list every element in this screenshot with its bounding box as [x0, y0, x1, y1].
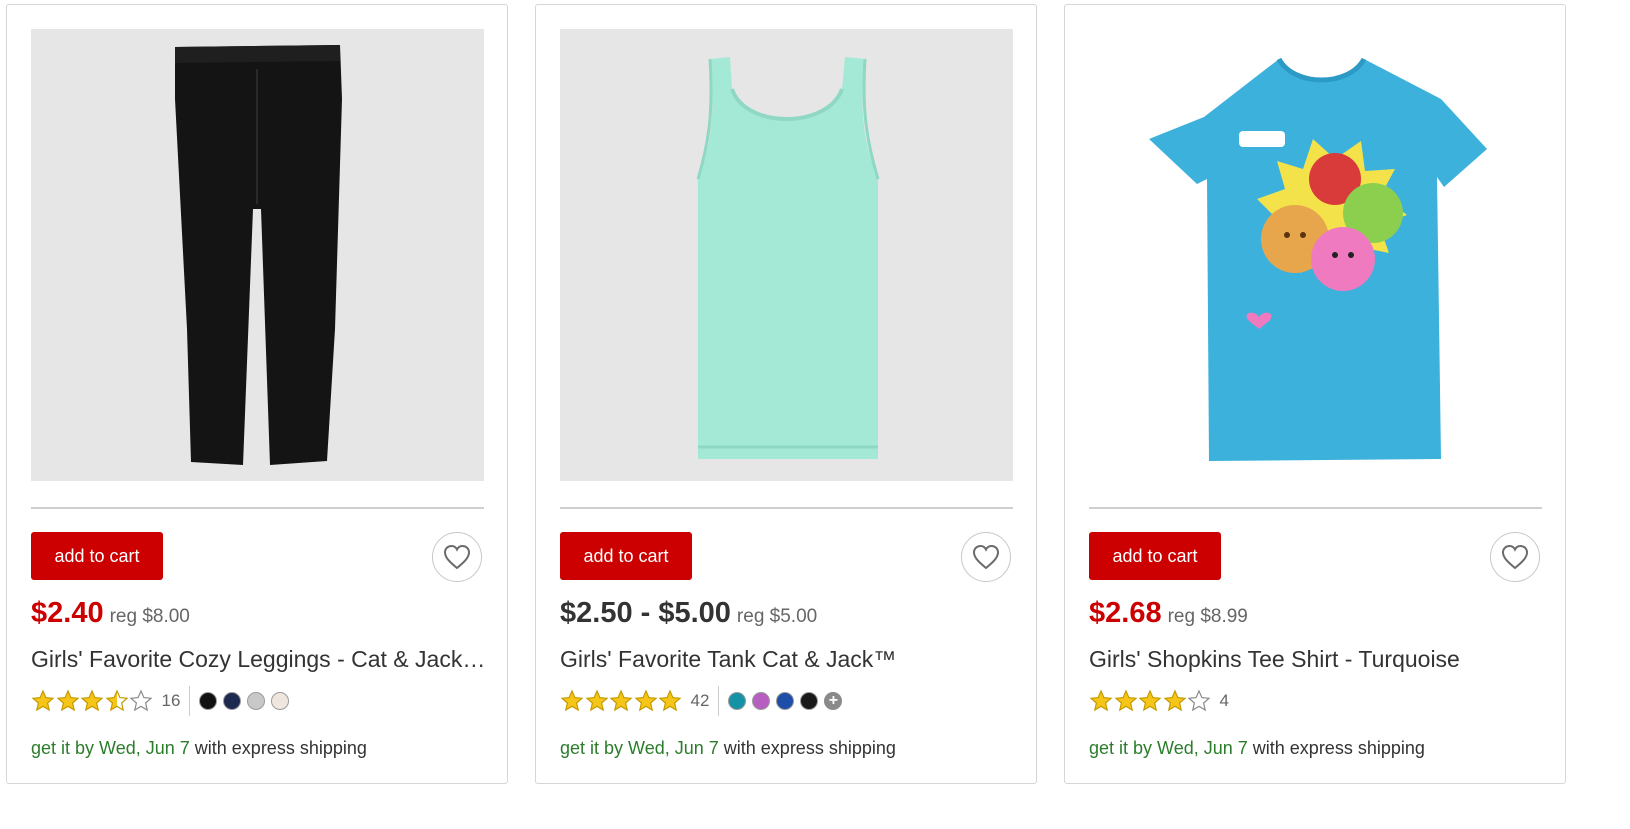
star-filled-icon — [80, 689, 104, 712]
divider — [1089, 507, 1542, 509]
star-filled-icon — [56, 689, 79, 712]
color-swatch[interactable] — [752, 692, 771, 710]
ship-suffix: with express shipping — [194, 738, 367, 758]
product-image-link[interactable] — [31, 29, 484, 481]
product-title-link[interactable]: Girls' Favorite Tank Cat & Jack™ — [560, 646, 1015, 673]
color-swatches — [199, 692, 295, 710]
star-rating — [560, 689, 683, 713]
star-rating — [31, 689, 154, 713]
star-filled-icon — [634, 689, 657, 712]
price-row: $2.40 reg $8.00 — [31, 597, 190, 630]
review-count: 42 — [690, 691, 710, 710]
rating-row: 16 — [31, 684, 295, 718]
color-swatch[interactable] — [223, 692, 242, 710]
ship-date: get it by Wed, Jun 7 — [31, 738, 190, 758]
favorite-button[interactable] — [432, 532, 482, 582]
color-swatch[interactable] — [199, 692, 218, 710]
divider — [31, 507, 484, 509]
sale-price: $2.40 — [31, 597, 104, 629]
ship-date: get it by Wed, Jun 7 — [560, 738, 719, 758]
separator — [718, 686, 720, 716]
star-empty-icon — [1187, 689, 1211, 712]
star-filled-icon — [585, 689, 608, 712]
ship-suffix: with express shipping — [1252, 738, 1425, 758]
star-filled-icon — [1089, 689, 1113, 712]
star-filled-icon — [560, 689, 584, 712]
rating-row: 42 + — [560, 684, 848, 718]
review-count: 4 — [1219, 691, 1229, 710]
black-leggings-image — [31, 29, 484, 481]
add-to-cart-button[interactable]: add to cart — [31, 532, 163, 580]
divider — [560, 507, 1013, 509]
separator — [189, 686, 191, 716]
product-card: add to cart $2.68 reg $8.99 Girls' Shopki… — [1064, 4, 1566, 784]
star-filled-icon — [609, 689, 633, 712]
sale-price: $2.68 — [1089, 597, 1162, 629]
star-half-icon — [105, 689, 128, 712]
star-filled-icon — [1138, 689, 1162, 712]
favorite-button[interactable] — [961, 532, 1011, 582]
rating-row: 4 — [1089, 684, 1229, 718]
color-swatch[interactable] — [271, 692, 290, 710]
product-title-link[interactable]: Girls' Favorite Cozy Leggings - Cat & Ja… — [31, 646, 486, 673]
color-swatch[interactable] — [728, 692, 747, 710]
review-count: 16 — [161, 691, 181, 710]
heart-outline-icon — [972, 544, 1000, 570]
product-image-link[interactable] — [1089, 29, 1542, 481]
turquoise-shopkins-tee-image — [1089, 29, 1542, 481]
star-rating — [1089, 689, 1212, 713]
add-to-cart-button[interactable]: add to cart — [560, 532, 692, 580]
shipping-info: get it by Wed, Jun 7 with express shippi… — [560, 738, 896, 759]
ship-date: get it by Wed, Jun 7 — [1089, 738, 1248, 758]
price-row: $2.68 reg $8.99 — [1089, 597, 1248, 630]
ship-suffix: with express shipping — [723, 738, 896, 758]
regular-price: reg $8.00 — [109, 606, 190, 627]
star-empty-icon — [129, 689, 153, 712]
regular-price: reg $5.00 — [736, 606, 818, 627]
shipping-info: get it by Wed, Jun 7 with express shippi… — [1089, 738, 1425, 759]
product-card: add to cart $2.50 - $5.00 reg $5.00 Girls… — [535, 4, 1037, 784]
star-filled-icon — [31, 689, 55, 712]
plus-icon[interactable]: + — [824, 692, 843, 710]
regular-price: reg $8.99 — [1167, 606, 1248, 627]
add-to-cart-button[interactable]: add to cart — [1089, 532, 1221, 580]
star-filled-icon — [1114, 689, 1137, 712]
favorite-button[interactable] — [1490, 532, 1540, 582]
price-row: $2.50 - $5.00 reg $5.00 — [560, 597, 817, 630]
shipping-info: get it by Wed, Jun 7 with express shippi… — [31, 738, 367, 759]
sale-price: $2.50 - $5.00 — [560, 597, 731, 629]
mint-tank-top-image — [560, 29, 1013, 481]
star-filled-icon — [1163, 689, 1186, 712]
color-swatch[interactable] — [776, 692, 795, 710]
product-title-link[interactable]: Girls' Shopkins Tee Shirt - Turquoise — [1089, 646, 1544, 673]
heart-outline-icon — [1501, 544, 1529, 570]
heart-outline-icon — [443, 544, 471, 570]
product-image-link[interactable] — [560, 29, 1013, 481]
color-swatch[interactable] — [800, 692, 819, 710]
product-grid: add to cart $2.40 reg $8.00 Girls' Favori… — [0, 0, 1630, 829]
star-filled-icon — [658, 689, 682, 712]
product-card: add to cart $2.40 reg $8.00 Girls' Favori… — [6, 4, 508, 784]
color-swatches: + — [728, 692, 848, 710]
color-swatch[interactable] — [247, 692, 266, 710]
